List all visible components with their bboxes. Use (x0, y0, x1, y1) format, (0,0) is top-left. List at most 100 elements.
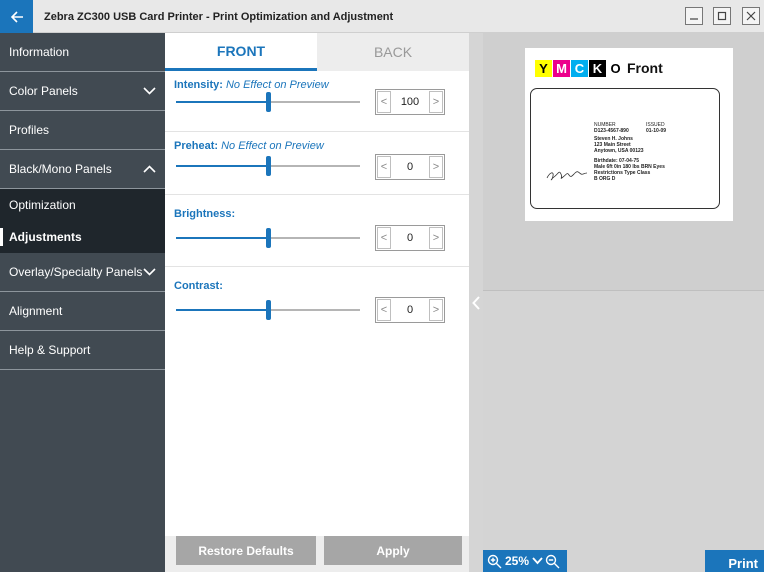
preview-area: Y M C K O Front NUMBER ISSUED D123-4567-… (483, 33, 764, 572)
increment-button[interactable]: > (429, 299, 443, 321)
brightness-slider[interactable] (176, 228, 360, 248)
sidebar-item-alignment[interactable]: Alignment (0, 292, 165, 331)
sidebar-item-information[interactable]: Information (0, 33, 165, 72)
card-number: D123-4567-890 (594, 128, 629, 134)
increment-button[interactable]: > (429, 227, 443, 249)
panel-m: M (553, 59, 570, 77)
arrow-left-icon (10, 10, 23, 23)
intensity-slider[interactable] (176, 92, 360, 112)
brightness-label: Brightness: (174, 208, 236, 220)
chevron-left-icon: < (380, 232, 388, 244)
preheat-slider[interactable] (176, 156, 360, 176)
maximize-button[interactable] (713, 7, 731, 25)
window-title: Zebra ZC300 USB Card Printer - Print Opt… (44, 11, 394, 23)
sidebar-item-overlay-specialty-panels[interactable]: Overlay/Specialty Panels (0, 253, 165, 292)
sidebar-item-label: Profiles (9, 123, 50, 137)
card-issued: 01-10-09 (646, 128, 667, 134)
preheat-stepper[interactable]: < 0 > (375, 154, 445, 180)
intensity-slider-fill (176, 101, 268, 103)
sidebar: Information Color Panels Profiles Black/… (0, 33, 165, 572)
title-bar: Zebra ZC300 USB Card Printer - Print Opt… (0, 0, 764, 33)
maximize-icon (717, 11, 727, 21)
chevron-up-icon (143, 165, 156, 173)
chevron-left-icon: < (380, 96, 388, 108)
back-button[interactable] (0, 0, 33, 33)
intensity-label: Intensity: No Effect on Preview (174, 79, 329, 91)
panel-c: C (571, 59, 588, 77)
intensity-value[interactable]: 100 (392, 96, 428, 108)
id-card: NUMBER ISSUED D123-4567-890 01-10-09 Ste… (530, 88, 720, 209)
panel-o: O (607, 59, 624, 77)
preheat-value[interactable]: 0 (392, 161, 428, 173)
close-button[interactable] (742, 7, 760, 25)
panel-splitter[interactable] (469, 33, 483, 572)
sidebar-item-label: Overlay/Specialty Panels (9, 265, 143, 279)
chevron-right-icon: > (432, 304, 440, 316)
chevron-right-icon: > (432, 96, 440, 108)
brightness-slider-fill (176, 237, 268, 239)
intensity-section: Intensity: No Effect on Preview < 100 > (165, 71, 469, 132)
print-button[interactable]: Print (705, 550, 764, 572)
intensity-stepper[interactable]: < 100 > (375, 89, 445, 115)
increment-button[interactable]: > (429, 156, 443, 178)
contrast-stepper[interactable]: < 0 > (375, 297, 445, 323)
minimize-button[interactable] (685, 7, 703, 25)
brightness-section: Brightness: < 0 > (165, 195, 469, 267)
contrast-value[interactable]: 0 (392, 304, 428, 316)
sidebar-item-label: Black/Mono Panels (9, 162, 112, 176)
decrement-button[interactable]: < (377, 227, 391, 249)
decrement-button[interactable]: < (377, 299, 391, 321)
decrement-button[interactable]: < (377, 91, 391, 113)
tab-back[interactable]: BACK (317, 33, 469, 71)
zoom-controls: 25% (483, 550, 567, 572)
brightness-slider-thumb[interactable] (266, 228, 271, 248)
sidebar-item-label: Help & Support (9, 343, 91, 357)
sidebar-item-color-panels[interactable]: Color Panels (0, 72, 165, 111)
zoom-out-icon[interactable] (545, 554, 560, 569)
card-preview: Y M C K O Front NUMBER ISSUED D123-4567-… (525, 48, 733, 221)
close-icon (746, 11, 756, 21)
restore-defaults-button[interactable]: Restore Defaults (176, 536, 316, 565)
brightness-stepper[interactable]: < 0 > (375, 225, 445, 251)
decrement-button[interactable]: < (377, 156, 391, 178)
preheat-note: No Effect on Preview (221, 140, 324, 152)
sidebar-subitem-label: Adjustments (9, 230, 82, 244)
sidebar-subitem-optimization[interactable]: Optimization (0, 189, 165, 221)
zoom-in-icon[interactable] (487, 554, 502, 569)
signature-image (546, 171, 588, 181)
collapse-panel-button[interactable] (470, 293, 482, 313)
intensity-note: No Effect on Preview (225, 79, 329, 91)
increment-button[interactable]: > (429, 91, 443, 113)
sidebar-item-profiles[interactable]: Profiles (0, 111, 165, 150)
intensity-slider-thumb[interactable] (266, 92, 271, 112)
brightness-value[interactable]: 0 (392, 232, 428, 244)
chevron-right-icon: > (432, 161, 440, 173)
chevron-right-icon: > (432, 232, 440, 244)
card-city: Anytown, USA 00123 (594, 148, 644, 154)
chevron-down-icon[interactable] (532, 557, 543, 565)
zoom-level[interactable]: 25% (505, 554, 529, 568)
chevron-left-icon: < (380, 161, 388, 173)
preheat-slider-thumb[interactable] (266, 156, 271, 176)
chevron-left-icon: < (380, 304, 388, 316)
sidebar-subitem-label: Optimization (9, 198, 76, 212)
contrast-label: Contrast: (174, 280, 223, 292)
sidebar-item-label: Alignment (9, 304, 63, 318)
preheat-section: Preheat: No Effect on Preview < 0 > (165, 132, 469, 195)
preheat-slider-fill (176, 165, 268, 167)
apply-button[interactable]: Apply (324, 536, 462, 565)
chevron-left-icon (472, 296, 480, 310)
contrast-slider-thumb[interactable] (266, 300, 271, 320)
preview-pane: Y M C K O Front NUMBER ISSUED D123-4567-… (483, 33, 764, 291)
adjustments-panel: Intensity: No Effect on Preview < 100 > … (165, 71, 469, 536)
panel-y: Y (535, 59, 552, 77)
tab-front[interactable]: FRONT (165, 33, 317, 71)
card-restriction-values: B ORG D (594, 176, 616, 182)
sidebar-subitem-adjustments[interactable]: Adjustments (0, 221, 165, 253)
contrast-slider[interactable] (176, 300, 360, 320)
sidebar-item-help-support[interactable]: Help & Support (0, 331, 165, 370)
sidebar-item-black-mono-panels[interactable]: Black/Mono Panels (0, 150, 165, 189)
panel-indicators: Y M C K O Front (535, 58, 663, 78)
action-bar: Restore Defaults Apply (165, 536, 469, 572)
panel-k: K (589, 59, 606, 77)
